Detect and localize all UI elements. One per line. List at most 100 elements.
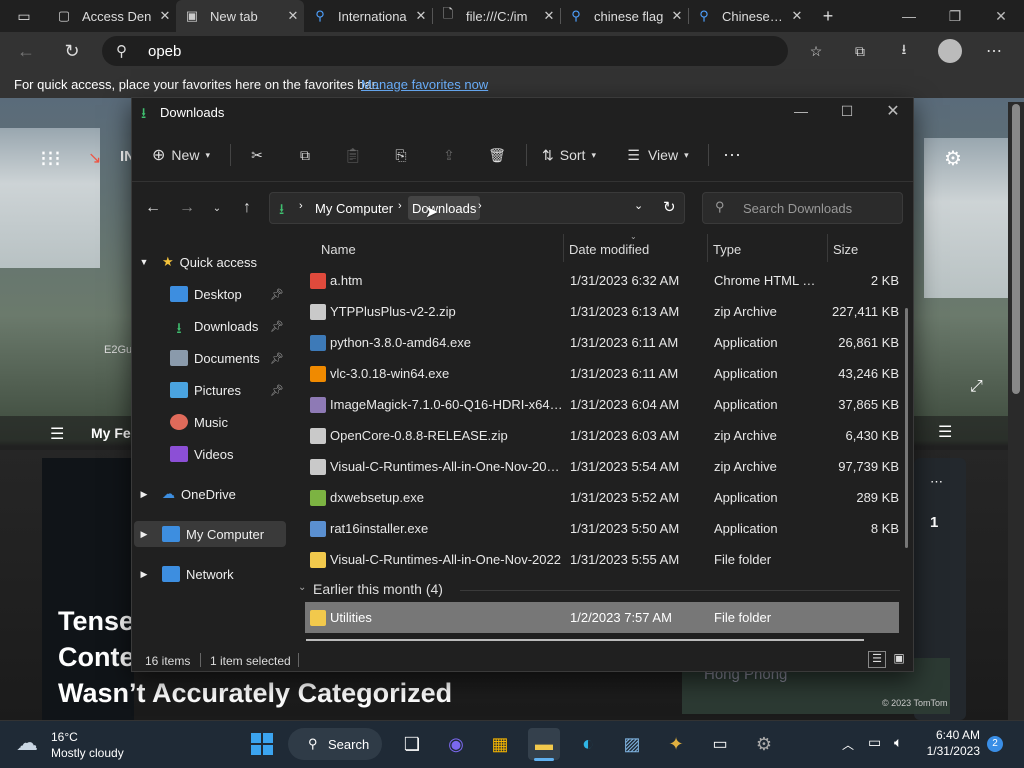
nav-music[interactable]: Music [134,409,286,435]
delete-icon[interactable]: 🗑︎ [484,142,510,168]
maximize-button[interactable]: ❐ [932,0,978,32]
file-name-cell[interactable]: Visual-C-Runtimes-All-in-One-Nov-2022 [310,551,565,568]
file-name-cell[interactable]: dxwebsetup.exe [310,489,565,506]
store-icon[interactable]: ▦ [484,728,516,760]
edge-icon[interactable]: ◐ [572,728,604,760]
settings-icon[interactable]: ⚙ [944,146,962,171]
settings-icon[interactable]: ⚙ [748,728,780,760]
page-number[interactable]: 1 [930,514,938,531]
column-divider[interactable] [563,234,564,262]
nav-videos[interactable]: Videos [134,441,286,467]
see-more-icon[interactable]: ⋯ [718,142,746,168]
close-window-button[interactable]: ✕ [978,0,1024,32]
avatar[interactable] [938,39,962,63]
file-row[interactable]: vlc-3.0.18-win64.exe 1/31/2023 6:11 AM App… [305,358,899,389]
file-row[interactable]: dxwebsetup.exe 1/31/2023 5:52 AM Applicati… [305,482,899,513]
file-name-cell[interactable]: python-3.8.0-amd64.exe [310,334,565,351]
nav-downloads[interactable]: ⭳ Downloads 📌︎ [134,313,286,339]
close-icon[interactable]: ✕ [538,8,560,24]
column-divider[interactable] [827,234,828,262]
close-window-button[interactable]: ✕ [870,96,916,126]
group-header[interactable]: ⌄ Earlier this month (4) [296,578,900,602]
breadcrumb[interactable]: ⭳ › My Computer › Downloads › ⌄ ↻ [269,192,685,224]
file-name-cell[interactable]: Utilities [310,609,565,626]
favorites-icon[interactable]: ☆ [804,40,828,62]
apps-grid-icon[interactable]: ⁝⁝⁝ [40,146,61,172]
tab-new-tab[interactable]: ▣ New tab ✕ [176,0,304,32]
file-name-cell[interactable]: a.htm [310,272,565,289]
maximize-button[interactable]: ☐ [824,96,870,126]
column-header-type[interactable]: Type [713,242,741,257]
file-row[interactable]: YTPPlusPlus-v2-2.zip 1/31/2023 6:13 AM zip… [305,296,899,327]
headline-line[interactable]: Wasn’t Accurately Categorized [58,678,452,709]
address-bar[interactable]: ⚲ opeb [102,36,788,66]
tab-file[interactable]: 🗋 file:///C:/im ✕ [432,0,560,32]
column-header-size[interactable]: Size [833,242,858,257]
address-dropdown-icon[interactable]: ⌄ [634,199,643,212]
nav-network[interactable]: ▶ Network [134,561,286,587]
file-name-cell[interactable]: rat16installer.exe [310,520,565,537]
file-row[interactable]: python-3.8.0-amd64.exe 1/31/2023 6:11 AM A… [305,327,899,358]
nav-documents[interactable]: Documents 📌︎ [134,345,286,371]
horizontal-scrollbar[interactable] [306,639,864,641]
file-name-cell[interactable]: Visual-C-Runtimes-All-in-One-Nov-2022... [310,458,565,475]
file-row[interactable]: a.htm 1/31/2023 6:32 AM Chrome HTML Do... 2… [305,265,899,296]
paste-icon[interactable]: 📋︎ [340,142,366,168]
cut-icon[interactable]: ✂ [244,142,270,168]
close-icon[interactable]: ✕ [154,8,176,24]
expand-icon[interactable]: ⤢ [970,378,983,396]
python-icon[interactable]: ✦ [660,728,692,760]
new-button[interactable]: ⊕ New ▾ [146,142,216,168]
nav-onedrive[interactable]: ▶ ☁ OneDrive [134,481,286,507]
explorer-title-bar[interactable]: ⭳ Downloads — ☐ ✕ [132,98,913,128]
close-icon[interactable]: ✕ [410,8,432,24]
back-button[interactable]: ← [142,196,164,220]
close-icon[interactable]: ✕ [786,8,808,24]
collections-icon[interactable]: ⧉ [848,40,872,62]
file-row[interactable]: ImageMagick-7.1.0-60-Q16-HDRI-x64-dll...… [305,389,899,420]
weather-temp[interactable]: 16°C [51,730,78,744]
minimize-button[interactable]: — [886,0,932,32]
nav-desktop[interactable]: Desktop 📌︎ [134,281,286,307]
up-button[interactable]: ↑ [236,196,258,220]
nav-pictures[interactable]: Pictures 📌︎ [134,377,286,403]
file-name-cell[interactable]: ImageMagick-7.1.0-60-Q16-HDRI-x64-dll... [310,396,565,413]
file-name-cell[interactable]: vlc-3.0.18-win64.exe [310,365,565,382]
file-name-cell[interactable]: OpenCore-0.8.8-RELEASE.zip [310,427,565,444]
refresh-button[interactable]: ↻ [60,40,84,62]
column-divider[interactable] [707,234,708,262]
column-header-name[interactable]: Name [321,242,356,257]
file-row[interactable]: Visual-C-Runtimes-All-in-One-Nov-2022 1/3… [305,544,899,575]
volume-icon[interactable]: 🔈︎ [894,734,902,751]
photos-icon[interactable]: ▨ [616,728,648,760]
chat-icon[interactable]: ◉ [440,728,472,760]
file-row[interactable]: rat16installer.exe 1/31/2023 5:50 AM Appli… [305,513,899,544]
more-options-icon[interactable]: ⋯ [982,40,1006,62]
address-text[interactable]: opeb [148,43,181,60]
headline-line[interactable]: Tense [58,606,134,637]
view-button[interactable]: ☰ View ▾ [624,142,692,168]
file-row[interactable]: Visual-C-Runtimes-All-in-One-Nov-2022...… [305,451,899,482]
manage-favorites-link[interactable]: Manage favorites now [361,77,488,92]
layout-icon[interactable]: ☰ [938,422,952,442]
file-row[interactable]: Utilities 1/2/2023 7:57 AM File folder [305,602,899,633]
headline-line[interactable]: Conte [58,642,135,673]
close-icon[interactable]: ✕ [282,8,304,24]
task-view-icon[interactable]: ❏ [396,728,428,760]
file-row[interactable]: OpenCore-0.8.8-RELEASE.zip 1/31/2023 6:03… [305,420,899,451]
sort-button[interactable]: ⇅ Sort ▾ [536,142,602,168]
taskbar-search[interactable]: ⚲ Search [288,728,382,760]
breadcrumb-my-computer[interactable]: My Computer [315,201,393,216]
minimize-button[interactable]: — [778,96,824,126]
column-header-date[interactable]: Date modified [569,242,649,257]
tab-chinese-flag-2[interactable]: ⚲ Chinese Fla ✕ [688,0,808,32]
network-status-icon[interactable]: ▭ [868,734,881,751]
scrollbar-thumb[interactable] [1012,104,1020,394]
share-icon[interactable]: ⇪ [436,142,462,168]
copy-icon[interactable]: ⧉ [292,142,318,168]
tiles-view-icon[interactable]: ▣ [890,651,908,668]
tab-access-denied[interactable]: ▢ Access Den ✕ [48,0,176,32]
tab-actions-icon[interactable]: ▭ [8,6,40,26]
terminal-icon[interactable]: ▭ [704,728,736,760]
search-input[interactable]: ⚲ Search Downloads [702,192,903,224]
